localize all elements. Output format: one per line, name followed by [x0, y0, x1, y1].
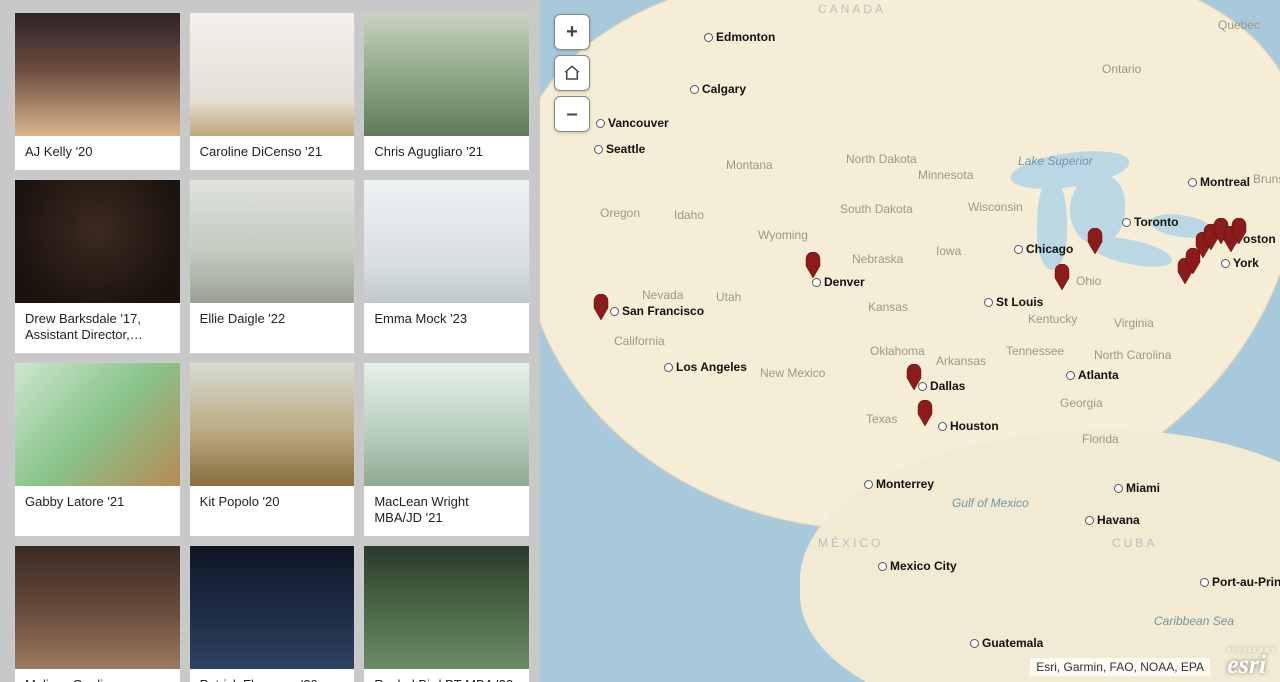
card-thumbnail: [364, 180, 529, 303]
pin-denver[interactable]: [804, 252, 822, 278]
gallery-card[interactable]: Caroline DiCenso '21: [189, 12, 356, 171]
card-caption: Kit Popolo '20: [190, 486, 355, 520]
card-thumbnail: [190, 546, 355, 669]
pin-ohio-b[interactable]: [1086, 228, 1104, 254]
map-pin-icon: [916, 400, 934, 426]
esri-logo: POWERED BY esri: [1227, 648, 1276, 680]
card-thumbnail: [15, 180, 180, 303]
card-caption: Chris Agugliaro '21: [364, 136, 529, 170]
zoom-controls: + –: [554, 14, 590, 132]
zoom-in-button[interactable]: +: [554, 14, 590, 50]
map-pin-icon: [592, 294, 610, 320]
map-pin-icon: [804, 252, 822, 278]
app-root: AJ Kelly '20 Caroline DiCenso '21 Chris Ag…: [0, 0, 1280, 682]
zoom-out-button[interactable]: –: [554, 96, 590, 132]
map-pin-icon: [1230, 218, 1248, 244]
card-caption: Caroline DiCenso '21: [190, 136, 355, 170]
gallery-card[interactable]: Kit Popolo '20: [189, 362, 356, 537]
gallery-scroll[interactable]: AJ Kelly '20 Caroline DiCenso '21 Chris Ag…: [0, 0, 540, 682]
card-thumbnail: [190, 363, 355, 486]
pin-houston[interactable]: [916, 400, 934, 426]
gallery-card[interactable]: AJ Kelly '20: [14, 12, 181, 171]
card-thumbnail: [15, 13, 180, 136]
map-pin-icon: [1086, 228, 1104, 254]
gallery-grid: AJ Kelly '20 Caroline DiCenso '21 Chris Ag…: [14, 12, 530, 682]
card-thumbnail: [364, 363, 529, 486]
map-panel[interactable]: EdmontonCalgaryVancouverSeattleMontrealT…: [540, 0, 1280, 682]
card-thumbnail: [15, 363, 180, 486]
gallery-card[interactable]: Chris Agugliaro '21: [363, 12, 530, 171]
pin-dallas-n[interactable]: [905, 364, 923, 390]
map-pin-icon: [905, 364, 923, 390]
pin-ohio-a[interactable]: [1053, 264, 1071, 290]
card-caption: Melissa Gaglia: [15, 669, 180, 682]
map-pin-icon: [1053, 264, 1071, 290]
card-caption: Emma Mock '23: [364, 303, 529, 337]
gallery-card[interactable]: Rachel Bird PT MBA '23: [363, 545, 530, 682]
gallery-panel: AJ Kelly '20 Caroline DiCenso '21 Chris Ag…: [0, 0, 540, 682]
gallery-card[interactable]: Ellie Daigle '22: [189, 179, 356, 354]
gallery-card[interactable]: Patrick Flanagan '20: [189, 545, 356, 682]
pin-boston-c[interactable]: [1230, 218, 1248, 244]
card-caption: Rachel Bird PT MBA '23: [364, 669, 529, 682]
card-thumbnail: [15, 546, 180, 669]
card-thumbnail: [364, 13, 529, 136]
lake-michigan: [1037, 180, 1067, 270]
card-caption: MacLean Wright MBA/JD '21: [364, 486, 529, 536]
pin-sf[interactable]: [592, 294, 610, 320]
card-caption: Drew Barksdale '17, Assistant Director,…: [15, 303, 180, 353]
gallery-card[interactable]: MacLean Wright MBA/JD '21: [363, 362, 530, 537]
card-caption: Patrick Flanagan '20: [190, 669, 355, 682]
card-caption: Gabby Latore '21: [15, 486, 180, 520]
card-thumbnail: [190, 13, 355, 136]
gallery-card[interactable]: Drew Barksdale '17, Assistant Director,…: [14, 179, 181, 354]
card-thumbnail: [364, 546, 529, 669]
home-icon: [563, 64, 581, 82]
card-caption: Ellie Daigle '22: [190, 303, 355, 337]
card-caption: AJ Kelly '20: [15, 136, 180, 170]
gallery-card[interactable]: Melissa Gaglia: [14, 545, 181, 682]
gallery-card[interactable]: Gabby Latore '21: [14, 362, 181, 537]
gallery-card[interactable]: Emma Mock '23: [363, 179, 530, 354]
card-thumbnail: [190, 180, 355, 303]
home-button[interactable]: [554, 55, 590, 91]
map-attribution: Esri, Garmin, FAO, NOAA, EPA: [1030, 658, 1210, 676]
